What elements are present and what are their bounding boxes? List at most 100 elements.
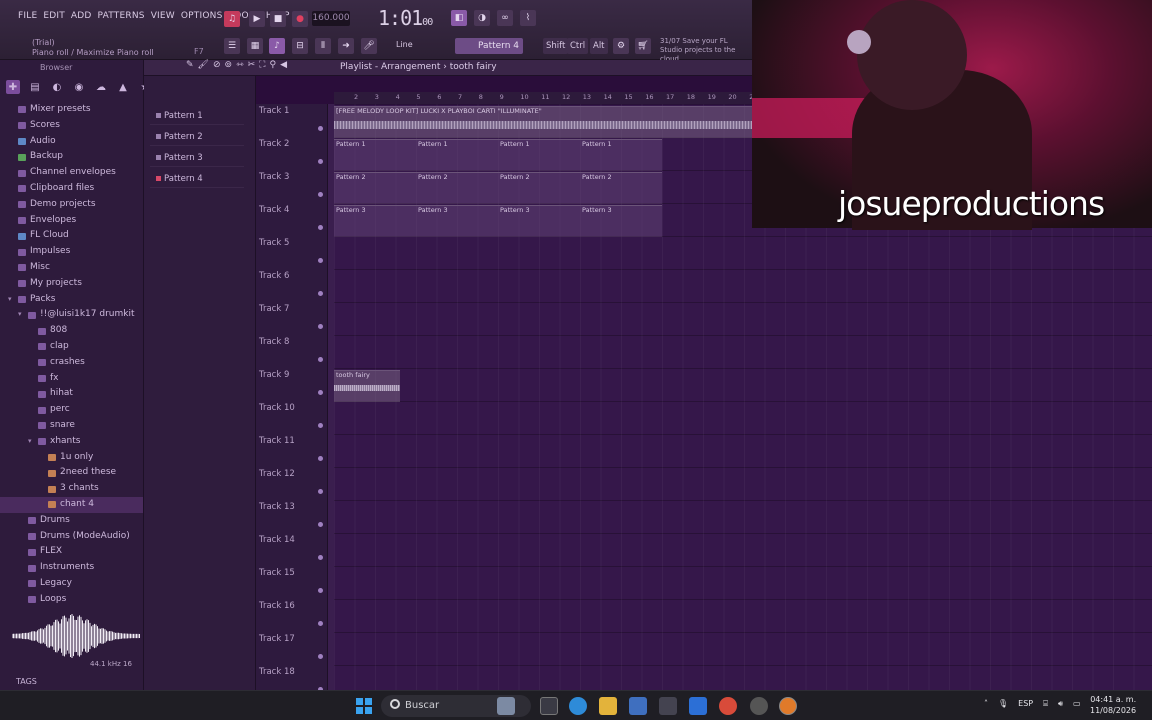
pattern-clip[interactable]: Pattern 3 <box>334 205 416 237</box>
browser-folder[interactable]: Loops <box>0 592 143 608</box>
browser-folder[interactable]: snare <box>0 418 143 434</box>
pattern-clip[interactable]: Pattern 2 <box>334 172 416 204</box>
browser-folder[interactable]: hihat <box>0 386 143 402</box>
browser-folder[interactable]: Backup <box>0 149 143 165</box>
track-mute-icon[interactable] <box>318 555 323 560</box>
pattern-clip[interactable]: Pattern 1 <box>498 139 580 171</box>
track-header[interactable]: Track 1 <box>259 104 325 137</box>
track-header[interactable]: Track 3 <box>259 170 325 203</box>
obs-icon[interactable] <box>750 697 768 715</box>
track-header[interactable]: Track 2 <box>259 137 325 170</box>
language-indicator[interactable]: ESP <box>1018 699 1033 709</box>
browser-folder[interactable]: Drums (ModeAudio) <box>0 529 143 545</box>
playlist-button[interactable]: ☰ <box>224 38 240 54</box>
browser-folder[interactable]: Drums <box>0 513 143 529</box>
browser-folder[interactable]: fx <box>0 371 143 387</box>
track-header[interactable]: Track 10 <box>259 401 325 434</box>
browser-folder[interactable]: ▾ Packs <box>0 292 143 308</box>
menu-patterns[interactable]: PATTERNS <box>98 11 145 21</box>
browser-folder[interactable]: ▾ xhants <box>0 434 143 450</box>
metronome-button[interactable]: ◧ <box>451 10 467 26</box>
alt-key-button[interactable]: Alt <box>590 38 608 54</box>
plugin-database-icon[interactable]: ◐ <box>50 80 64 94</box>
browser-folder[interactable]: perc <box>0 402 143 418</box>
chevron-up-icon[interactable]: ˄ <box>984 699 988 709</box>
pattern-clip[interactable]: Pattern 3 <box>498 205 580 237</box>
piano-roll-button[interactable]: ♪ <box>269 38 285 54</box>
search-icon[interactable]: ▲ <box>116 80 130 94</box>
track-header[interactable]: Track 4 <box>259 203 325 236</box>
pattern-clip[interactable]: Pattern 3 <box>580 205 662 237</box>
weather-icon[interactable] <box>497 697 515 715</box>
browser-folder[interactable]: crashes <box>0 355 143 371</box>
wait-input-button[interactable]: ∞ <box>497 10 513 26</box>
browser-folder[interactable]: Mixer presets <box>0 102 143 118</box>
audio-clip[interactable]: [FREE MELODY LOOP KIT] LUCKI X PLAYBOI C… <box>334 106 752 138</box>
pattern-item[interactable]: Pattern 1 <box>150 107 244 125</box>
tooth-fairy-clip[interactable]: tooth fairy <box>334 370 400 402</box>
taskbar-clock[interactable]: 04:41 a. m. 11/08/2026 <box>1090 694 1136 716</box>
chrome-icon[interactable] <box>719 697 737 715</box>
browser-folder[interactable]: ▾ !!@luisi1k17 drumkit <box>0 307 143 323</box>
folder-arrow-icon[interactable]: ▾ <box>8 292 16 308</box>
browser-folder[interactable]: Demo projects <box>0 197 143 213</box>
stop-button[interactable]: ■ <box>270 11 286 27</box>
track-mute-icon[interactable] <box>318 621 323 626</box>
track-header[interactable]: Track 15 <box>259 566 325 599</box>
pattern-clip[interactable]: Pattern 2 <box>498 172 580 204</box>
track-header[interactable]: Track 12 <box>259 467 325 500</box>
timeline-ruler[interactable]: 23456789101112131415161718192021 <box>334 92 757 104</box>
track-mute-icon[interactable] <box>318 192 323 197</box>
pattern-clip[interactable]: Pattern 2 <box>416 172 498 204</box>
track-mute-icon[interactable] <box>318 456 323 461</box>
countdown-button[interactable]: ⌇ <box>520 10 536 26</box>
mixer-button[interactable]: ⫴ <box>315 38 331 54</box>
zoom-icon[interactable]: ⚲ <box>269 60 276 70</box>
tags-label[interactable]: TAGS <box>16 677 37 686</box>
all-files-icon[interactable]: ✚ <box>6 80 20 94</box>
calculator-icon[interactable] <box>659 697 677 715</box>
slice-icon[interactable]: ✂ <box>248 60 256 70</box>
track-header[interactable]: Track 14 <box>259 533 325 566</box>
track-header[interactable]: Track 16 <box>259 599 325 632</box>
pattern-clip[interactable]: Pattern 1 <box>334 139 416 171</box>
slip-icon[interactable]: ⇿ <box>236 60 244 70</box>
browser-folder[interactable]: chant 4 <box>0 496 143 513</box>
track-mute-icon[interactable] <box>318 390 323 395</box>
track-header[interactable]: Track 7 <box>259 302 325 335</box>
track-mute-icon[interactable] <box>318 423 323 428</box>
windows-start-icon[interactable] <box>356 698 372 714</box>
snap-mode[interactable]: Line <box>396 40 413 49</box>
channel-rack-button[interactable]: ▦ <box>247 38 263 54</box>
menu-options[interactable]: OPTIONS <box>181 11 223 21</box>
outlook-icon[interactable] <box>689 697 707 715</box>
ctrl-key-button[interactable]: Ctrl <box>567 38 589 54</box>
track-mute-icon[interactable] <box>318 489 323 494</box>
browser-folder[interactable]: Scores <box>0 118 143 134</box>
cloud-icon[interactable]: ☁ <box>94 80 108 94</box>
pattern-selector[interactable]: Pattern 4 <box>455 38 523 54</box>
track-header[interactable]: Track 8 <box>259 335 325 368</box>
browser-folder[interactable]: Channel envelopes <box>0 165 143 181</box>
folder-arrow-icon[interactable]: ▾ <box>18 307 26 323</box>
menu-edit[interactable]: EDIT <box>43 11 65 21</box>
network-icon[interactable]: ⌸ <box>1043 699 1048 709</box>
browser-folder[interactable]: FL Cloud <box>0 228 143 244</box>
track-header[interactable]: Track 13 <box>259 500 325 533</box>
track-mute-icon[interactable] <box>318 588 323 593</box>
track-mute-icon[interactable] <box>318 159 323 164</box>
pattern-clip[interactable]: Pattern 1 <box>580 139 662 171</box>
browser-folder[interactable]: 2need these <box>0 465 143 481</box>
play-button[interactable]: ▶ <box>249 11 265 27</box>
file-explorer-icon[interactable] <box>599 697 617 715</box>
browser-folder[interactable]: Impulses <box>0 244 143 260</box>
edge-icon[interactable] <box>569 697 587 715</box>
step-edit-button[interactable]: ◑ <box>474 10 490 26</box>
playback-icon[interactable]: ◀ <box>280 60 287 70</box>
mic-tray-icon[interactable]: 🎙︎ <box>998 699 1008 709</box>
starred-icon[interactable]: ◉ <box>72 80 86 94</box>
pat-song-toggle[interactable]: ♫ <box>224 11 240 27</box>
paint-icon[interactable]: 🖌︎ <box>198 60 209 70</box>
plugin-button[interactable]: ➜ <box>338 38 354 54</box>
track-header[interactable]: Track 11 <box>259 434 325 467</box>
